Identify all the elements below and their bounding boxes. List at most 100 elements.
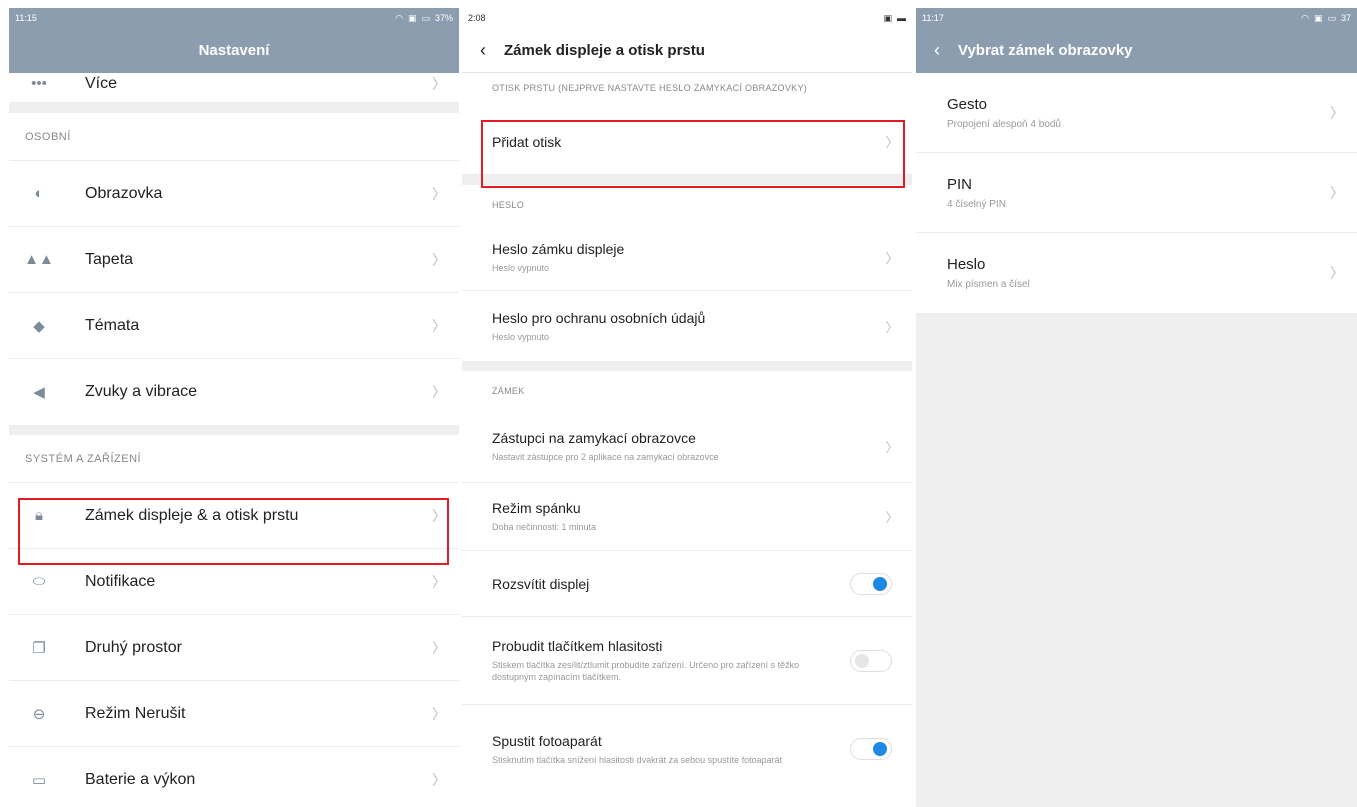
settings-item-label: Baterie a výkon: [85, 770, 196, 788]
wifi-icon: ◠: [1301, 12, 1309, 23]
item-subtitle: Heslo vypnuto: [492, 263, 550, 273]
status-bar: 11:17 ◠ ▣ ▭ 37: [916, 8, 1357, 28]
lockscreen-shortcuts-item[interactable]: Zástupci na zamykací obrazovce Nastavit …: [462, 411, 912, 483]
launch-camera-item: Spustit fotoaparát Stisknutím tlačítka s…: [462, 705, 912, 793]
settings-item-sounds[interactable]: ◀ Zvuky a vibrace 〉: [9, 359, 459, 425]
chevron-right-icon: 〉: [432, 251, 446, 268]
app-bar: ‹ Vybrat zámek obrazovky: [916, 28, 1357, 73]
option-subtitle: Mix písmen a čísel: [947, 279, 1030, 290]
chevron-right-icon: 〉: [885, 135, 899, 150]
settings-item-more[interactable]: ••• Více 〉: [9, 65, 459, 103]
item-subtitle: Stisknutím tlačítka snížení hlasitosti d…: [492, 754, 783, 765]
settings-item-label: Režim Nerušit: [85, 704, 186, 722]
battery-icon: ▬: [897, 13, 906, 23]
item-title: Heslo pro ochranu osobních údajů: [492, 309, 706, 326]
settings-item-label: Notifikace: [85, 572, 156, 590]
speaker-icon: ◀: [33, 384, 45, 401]
settings-item-lock-fingerprint[interactable]: 🔒︎ Zámek displeje & a otisk prstu 〉: [9, 483, 459, 549]
option-title: Heslo: [947, 256, 986, 273]
item-subtitle: Nastavit zástupce pro 2 aplikace na zamy…: [492, 452, 719, 462]
chevron-right-icon: 〉: [432, 639, 446, 656]
chevron-right-icon: 〉: [432, 317, 446, 334]
item-title: Přidat otisk: [492, 133, 562, 150]
settings-item-label: Zámek displeje & a otisk prstu: [85, 506, 299, 524]
lock-option-password[interactable]: Heslo Mix písmen a čísel 〉: [916, 233, 1357, 313]
item-title: Probudit tlačítkem hlasitosti: [492, 638, 663, 654]
chevron-right-icon: 〉: [432, 75, 446, 92]
settings-item-label: Tapeta: [85, 250, 134, 268]
settings-item-do-not-disturb[interactable]: ⊖ Režim Nerušit 〉: [9, 681, 459, 747]
volume-wake-toggle[interactable]: [850, 649, 892, 672]
battery-percent: 37%: [434, 13, 453, 23]
chevron-right-icon: 〉: [432, 185, 446, 202]
option-title: PIN: [947, 175, 973, 193]
chevron-right-icon: 〉: [432, 771, 446, 788]
toggle-icon: ⬭: [32, 573, 46, 590]
settings-item-notifications[interactable]: ⬭ Notifikace 〉: [9, 549, 459, 615]
settings-item-label: Témata: [85, 316, 140, 334]
settings-item-wallpaper[interactable]: ▲▲ Tapeta 〉: [9, 227, 459, 293]
item-title: Rozsvítit displej: [492, 575, 590, 592]
settings-item-label: Obrazovka: [85, 184, 163, 202]
chevron-right-icon: 〉: [432, 705, 446, 722]
battery-icon: ▭: [1327, 12, 1336, 23]
wake-display-toggle[interactable]: [850, 572, 892, 595]
option-title: Gesto: [947, 95, 988, 113]
lock-fingerprint-panel: 2:08 ▣ ▬ ‹ Zámek displeje a otisk prstu …: [462, 8, 912, 807]
settings-panel: 11:15 ◠ ▣ ▭ 37% Nastavení ••• Více 〉 OSO…: [9, 8, 459, 807]
chevron-right-icon: 〉: [885, 510, 899, 525]
sleep-mode-item[interactable]: Režim spánku Doba nečinnosti: 1 minuta 〉: [462, 483, 912, 551]
chevron-right-icon: 〉: [432, 573, 446, 590]
minus-circle-icon: ⊖: [32, 705, 46, 723]
back-arrow-icon[interactable]: ‹: [468, 40, 498, 61]
settings-item-second-space[interactable]: ❐ Druhý prostor 〉: [9, 615, 459, 681]
more-dots-icon: •••: [31, 75, 47, 92]
status-time: 11:17: [922, 13, 944, 23]
lock-option-pattern[interactable]: Gesto Propojení alespoň 4 bodů 〉: [916, 73, 1357, 153]
settings-item-label: Zvuky a vibrace: [85, 383, 198, 400]
settings-item-label: Více: [85, 74, 118, 92]
section-header-fingerprint: OTISK PRSTU (NEJPRVE NASTAVTE HESLO ZAMY…: [492, 83, 808, 93]
item-title: Zástupci na zamykací obrazovce: [492, 430, 696, 446]
chevron-right-icon: 〉: [432, 384, 446, 400]
wifi-icon: ◠: [395, 12, 403, 23]
settings-item-display[interactable]: ◐ Obrazovka 〉: [9, 161, 459, 227]
settings-item-label: Druhý prostor: [85, 638, 182, 656]
sim-icon: ▣: [1313, 12, 1323, 23]
lock-icon: 🔒︎: [35, 507, 43, 524]
settings-item-themes[interactable]: ◆ Témata 〉: [9, 293, 459, 359]
page-title: Zámek displeje a otisk prstu: [504, 41, 705, 59]
section-header-personal: OSOBNÍ: [9, 113, 459, 161]
chevron-right-icon: 〉: [885, 319, 899, 335]
volume-wake-item: Probudit tlačítkem hlasitosti Stiskem tl…: [462, 617, 912, 705]
section-header-system: SYSTÉM A ZAŘÍZENÍ: [9, 435, 459, 483]
item-title: Spustit fotoaparát: [492, 732, 602, 749]
option-subtitle: Propojení alespoň 4 bodů: [947, 118, 1061, 130]
chevron-right-icon: 〉: [432, 507, 446, 524]
settings-item-battery[interactable]: ▭ Baterie a výkon 〉: [9, 747, 459, 807]
status-time: 11:15: [15, 13, 37, 23]
sim-icon: ▣: [883, 12, 892, 23]
brush-icon: ◆: [33, 317, 45, 335]
chevron-right-icon: 〉: [1330, 265, 1344, 281]
page-title: Vybrat zámek obrazovky: [958, 42, 1133, 59]
status-bar: 2:08 ▣ ▬: [462, 8, 912, 28]
lock-password-item[interactable]: Heslo zámku displeje Heslo vypnuto 〉: [462, 225, 912, 291]
section-header-lock: ZÁMEK: [492, 385, 525, 396]
privacy-password-item[interactable]: Heslo pro ochranu osobních údajů Heslo v…: [462, 291, 912, 361]
copy-icon: ❐: [32, 639, 46, 657]
item-title: Heslo zámku displeje: [492, 241, 625, 257]
page-title: Nastavení: [198, 42, 270, 59]
add-fingerprint-item[interactable]: Přidat otisk 〉: [462, 109, 912, 175]
wake-display-item: Rozsvítit displej: [462, 551, 912, 617]
item-subtitle: Doba nečinnosti: 1 minuta: [492, 522, 597, 532]
chevron-right-icon: 〉: [1330, 104, 1344, 121]
item-subtitle: Stiskem tlačítka zesílit/ztlumit probudí…: [492, 660, 800, 682]
lock-option-pin[interactable]: PIN 4 číselný PIN 〉: [916, 153, 1357, 233]
battery-icon: ▭: [421, 12, 430, 23]
sim-icon: ▣: [407, 12, 417, 23]
option-subtitle: 4 číselný PIN: [947, 198, 1006, 210]
back-arrow-icon[interactable]: ‹: [922, 40, 952, 61]
launch-camera-toggle[interactable]: [850, 738, 892, 760]
battery-icon: ▭: [31, 771, 47, 789]
